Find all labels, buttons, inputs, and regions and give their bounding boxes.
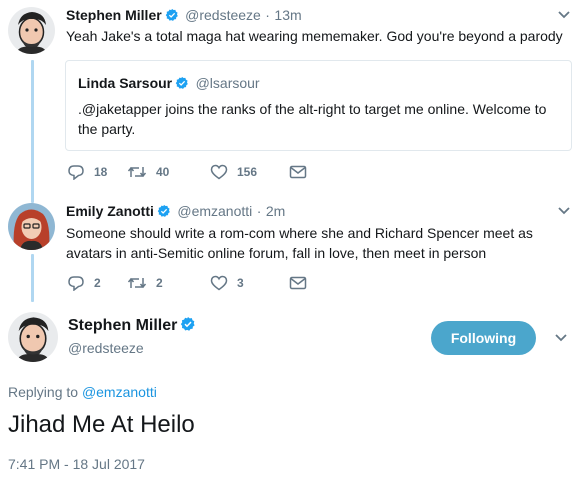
tweet-header: Emily Zanotti @emzanotti · 2m [66, 203, 285, 223]
reply-button[interactable]: 18 [67, 164, 127, 180]
like-count: 156 [237, 165, 258, 179]
chevron-down-icon[interactable] [557, 10, 571, 20]
replying-prefix: Replying to [8, 384, 79, 400]
timestamp[interactable]: 2m [266, 203, 285, 219]
replying-to-link[interactable]: @emzanotti [82, 384, 157, 400]
retweet-icon [127, 166, 147, 178]
direct-message-icon [289, 276, 307, 290]
reply-icon [68, 165, 84, 180]
author-name[interactable]: Stephen Miller [68, 317, 177, 334]
main-author[interactable]: Stephen Miller [68, 316, 198, 337]
author-name[interactable]: Emily Zanotti [66, 203, 154, 219]
quote-author-handle: @lsarsour [195, 75, 260, 91]
quote-header: Linda Sarsour @lsarsour [78, 75, 260, 95]
like-count: 3 [237, 276, 244, 290]
timestamp[interactable]: 13m [274, 7, 301, 23]
verified-badge-icon [165, 8, 179, 27]
retweet-count: 2 [156, 276, 163, 290]
reply-button[interactable]: 2 [67, 275, 127, 291]
tweet-header: Stephen Miller @redsteeze · 13m [66, 7, 302, 27]
reply-count: 18 [94, 165, 108, 179]
reply-count: 2 [94, 276, 101, 290]
main-tweet-text: Jihad Me At Heilo [8, 411, 195, 438]
author-handle[interactable]: @redsteeze [68, 340, 144, 356]
quote-author-name: Linda Sarsour [78, 75, 173, 91]
following-button[interactable]: Following [431, 321, 536, 355]
verified-badge-icon [180, 316, 196, 337]
chevron-down-icon[interactable] [554, 333, 568, 343]
tweet-actions: 18 40 156 [67, 164, 307, 180]
reply-icon [68, 276, 84, 291]
separator: · [256, 203, 262, 219]
separator: · [265, 7, 270, 23]
like-button[interactable]: 156 [210, 164, 289, 180]
author-handle[interactable]: @emzanotti [177, 203, 252, 219]
thread-connector [31, 254, 34, 302]
retweet-icon [127, 277, 147, 289]
avatar[interactable] [8, 7, 55, 54]
chevron-down-icon[interactable] [557, 206, 571, 216]
thread-connector [31, 60, 34, 203]
avatar[interactable] [8, 203, 55, 250]
verified-badge-icon [157, 204, 171, 223]
tweet-text: Yeah Jake's a total maga hat wearing mem… [66, 28, 563, 44]
replying-to: Replying to @emzanotti [8, 384, 157, 400]
quote-text: .@jaketapper joins the ranks of the alt-… [78, 101, 547, 137]
like-icon [210, 164, 228, 180]
verified-badge-icon [175, 76, 189, 95]
retweet-count: 40 [156, 165, 170, 179]
like-icon [210, 275, 228, 291]
author-handle[interactable]: @redsteeze [185, 7, 261, 23]
tweet-timestamp[interactable]: 7:41 PM - 18 Jul 2017 [8, 456, 145, 472]
like-button[interactable]: 3 [210, 275, 289, 291]
author-name[interactable]: Stephen Miller [66, 7, 162, 23]
retweet-button[interactable]: 40 [127, 164, 210, 180]
direct-message-icon [289, 165, 307, 179]
direct-message-button[interactable] [289, 165, 307, 179]
direct-message-button[interactable] [289, 276, 307, 290]
retweet-button[interactable]: 2 [127, 275, 210, 291]
avatar[interactable] [8, 312, 58, 362]
quoted-tweet[interactable]: Linda Sarsour @lsarsour .@jaketapper joi… [65, 60, 572, 151]
tweet-text: Someone should write a rom-com where she… [66, 225, 533, 261]
tweet-actions: 2 2 3 [67, 275, 307, 291]
